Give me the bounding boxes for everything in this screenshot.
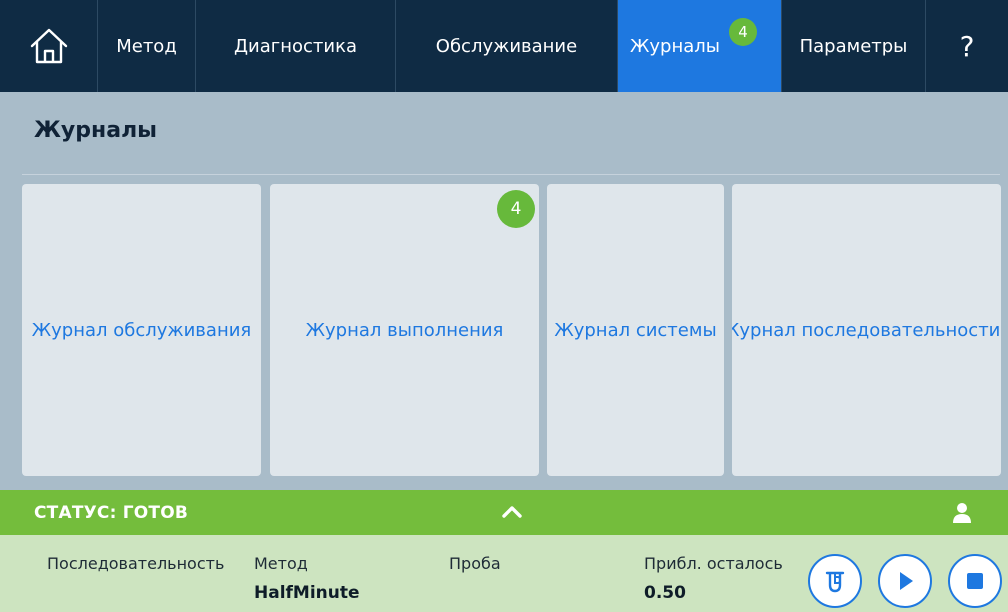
- tile-sequence-log[interactable]: Журнал последовательности: [732, 184, 1001, 476]
- status-text: СТАТУС: ГОТОВ: [34, 503, 189, 523]
- help-icon: ?: [959, 29, 975, 63]
- play-icon: [900, 572, 913, 590]
- tab-logs[interactable]: Журналы 4: [618, 0, 782, 92]
- stop-icon: [967, 573, 983, 589]
- run-log-badge: 4: [497, 190, 535, 228]
- logs-badge: 4: [729, 18, 757, 46]
- tab-logs-label: Журналы: [630, 35, 720, 57]
- sample-label: Проба: [449, 554, 501, 573]
- tile-maintenance-log[interactable]: Журнал обслуживания: [22, 184, 261, 476]
- tab-parameters-label: Параметры: [799, 35, 908, 57]
- page-title: Журналы: [34, 118, 158, 143]
- tab-diagnostics[interactable]: Диагностика: [196, 0, 396, 92]
- method-label: Метод: [254, 554, 308, 573]
- chevron-up-icon[interactable]: [500, 500, 524, 524]
- status-details-panel: Последовательность Метод HalfMinute Проб…: [0, 535, 1008, 612]
- tile-maintenance-log-label: Журнал обслуживания: [31, 319, 252, 341]
- play-button[interactable]: [878, 554, 932, 608]
- tab-parameters[interactable]: Параметры: [782, 0, 926, 92]
- time-remaining-label: Прибл. осталось: [644, 554, 783, 573]
- home-button[interactable]: [0, 0, 98, 92]
- top-nav: Метод Диагностика Обслуживание Журналы 4…: [0, 0, 1008, 92]
- sample-tube-button[interactable]: [808, 554, 862, 608]
- tile-run-log[interactable]: Журнал выполнения 4: [270, 184, 539, 476]
- help-button[interactable]: ?: [926, 0, 1008, 92]
- tile-run-log-label: Журнал выполнения: [305, 319, 504, 341]
- tab-method[interactable]: Метод: [98, 0, 196, 92]
- sample-tube-icon: [825, 571, 845, 593]
- tab-maintenance[interactable]: Обслуживание: [396, 0, 618, 92]
- status-bar: СТАТУС: ГОТОВ: [0, 490, 1008, 535]
- home-icon: [30, 28, 67, 64]
- user-icon[interactable]: [950, 500, 974, 524]
- tab-maintenance-label: Обслуживание: [435, 35, 578, 57]
- tab-diagnostics-label: Диагностика: [233, 35, 357, 57]
- title-divider: [22, 174, 1000, 175]
- tab-method-label: Метод: [116, 35, 177, 57]
- tile-system-log[interactable]: Журнал системы: [547, 184, 724, 476]
- method-value: HalfMinute: [254, 583, 360, 603]
- tile-sequence-log-label: Журнал последовательности: [732, 319, 1001, 341]
- time-remaining-value: 0.50: [644, 583, 686, 603]
- stop-button[interactable]: [948, 554, 1002, 608]
- sequence-label: Последовательность: [47, 554, 225, 573]
- tile-system-log-label: Журнал системы: [554, 319, 717, 341]
